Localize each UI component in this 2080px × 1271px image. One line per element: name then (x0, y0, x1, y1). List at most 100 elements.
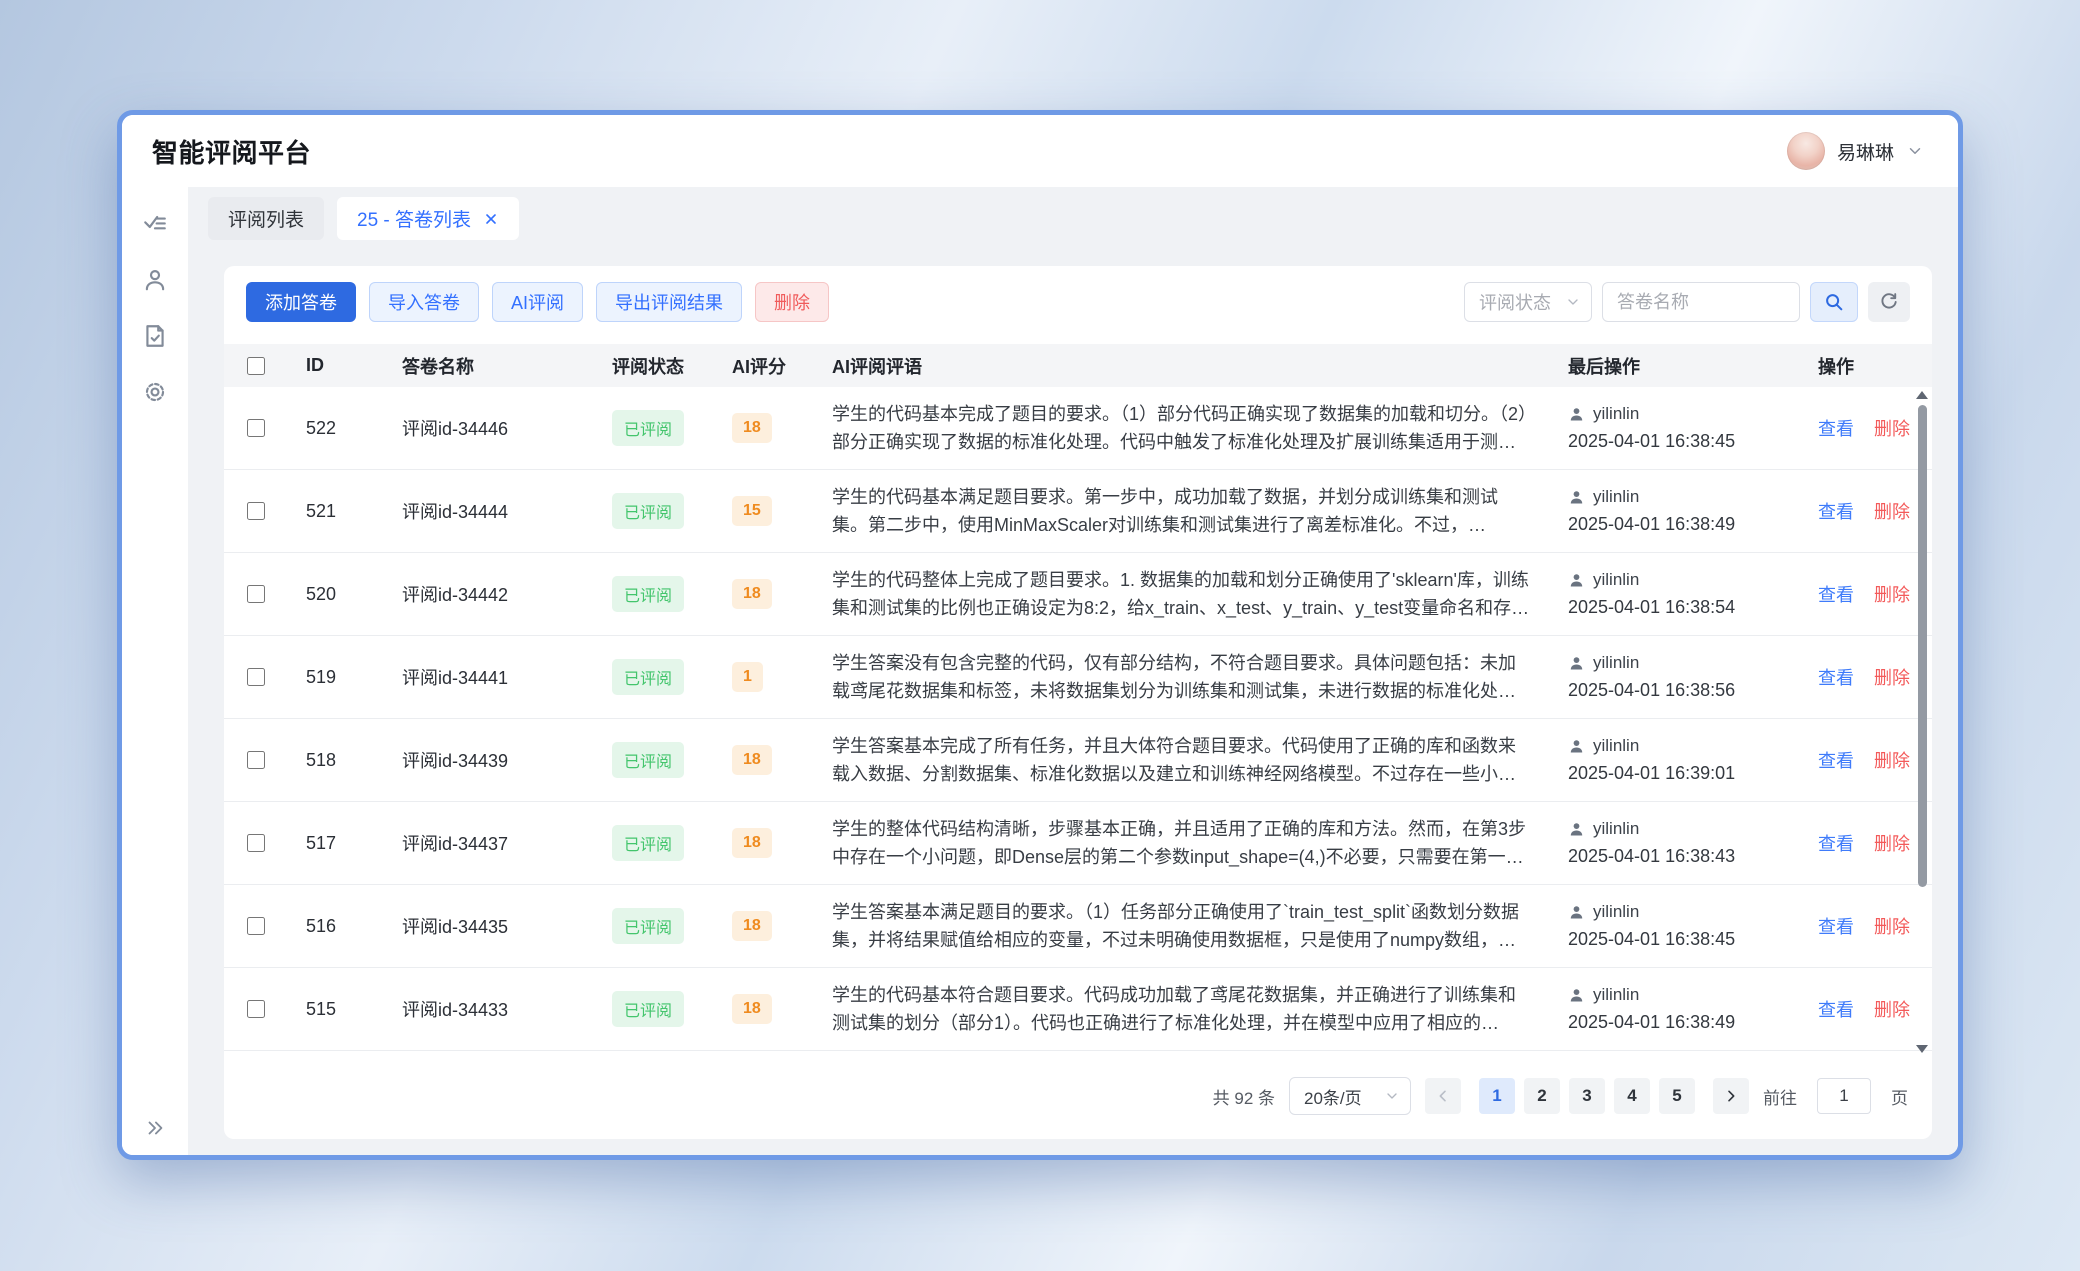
ai-review-button[interactable]: AI评阅 (492, 282, 583, 322)
row-checkbox[interactable] (247, 751, 265, 769)
table-row[interactable]: 518 评阅id-34439 已评阅 18 学生答案基本完成了所有任务，并且大体… (224, 719, 1932, 802)
delete-link[interactable]: 删除 (1874, 415, 1910, 441)
button-label: 导入答卷 (388, 293, 460, 313)
delete-link[interactable]: 删除 (1874, 498, 1910, 524)
next-page-button[interactable] (1713, 1078, 1749, 1114)
view-link[interactable]: 查看 (1818, 498, 1854, 524)
status-badge: 已评阅 (612, 659, 684, 695)
goto-page-input[interactable] (1817, 1078, 1871, 1114)
scroll-thumb[interactable] (1918, 405, 1927, 887)
chevron-down-icon (1384, 1088, 1400, 1104)
row-checkbox[interactable] (247, 419, 265, 437)
view-link[interactable]: 查看 (1818, 747, 1854, 773)
page-button-5[interactable]: 5 (1659, 1078, 1695, 1114)
tab-close-icon[interactable] (483, 211, 499, 227)
pagination: 共 92 条 20条/页 12345 前往 页 (224, 1057, 1932, 1139)
view-link[interactable]: 查看 (1818, 581, 1854, 607)
add-sheet-button[interactable]: 添加答卷 (246, 282, 356, 322)
table-body: 522 评阅id-34446 已评阅 18 学生的代码基本完成了题目的要求。（1… (224, 387, 1932, 1057)
tab-review-list[interactable]: 评阅列表 (208, 197, 324, 240)
row-id: 519 (288, 667, 384, 688)
delete-link[interactable]: 删除 (1874, 664, 1910, 690)
review-checklist-icon[interactable] (142, 211, 168, 237)
button-label: 添加答卷 (265, 293, 337, 313)
row-last-operation: yilinlin 2025-04-01 16:39:01 (1550, 736, 1800, 784)
row-comment: 学生答案基本满足题目的要求。（1）任务部分正确使用了`train_test_sp… (814, 898, 1550, 954)
view-link[interactable]: 查看 (1818, 996, 1854, 1022)
view-link[interactable]: 查看 (1818, 664, 1854, 690)
view-link[interactable]: 查看 (1818, 830, 1854, 856)
row-id: 516 (288, 916, 384, 937)
operator-name: yilinlin (1593, 653, 1639, 673)
scroll-down-arrow[interactable] (1916, 1045, 1928, 1053)
settings-gear-icon[interactable] (142, 379, 168, 405)
table-header-row: ID 答卷名称 评阅状态 AI评分 AI评阅评语 最后操作 操作 (224, 344, 1932, 387)
table-row[interactable]: 519 评阅id-34441 已评阅 1 学生答案没有包含完整的代码，仅有部分结… (224, 636, 1932, 719)
double-chevron-right-icon[interactable] (144, 1117, 166, 1139)
tab-answer-sheet-list[interactable]: 25 - 答卷列表 (337, 197, 519, 240)
table-row[interactable]: 520 评阅id-34442 已评阅 18 学生的代码整体上完成了题目要求。1.… (224, 553, 1932, 636)
row-checkbox[interactable] (247, 834, 265, 852)
document-check-icon[interactable] (142, 323, 168, 349)
review-status-select[interactable]: 评阅状态 (1464, 282, 1592, 322)
view-link[interactable]: 查看 (1818, 913, 1854, 939)
status-badge: 已评阅 (612, 825, 684, 861)
search-button[interactable] (1810, 282, 1858, 322)
export-results-button[interactable]: 导出评阅结果 (596, 282, 742, 322)
status-badge: 已评阅 (612, 410, 684, 446)
answer-sheet-table: ID 答卷名称 评阅状态 AI评分 AI评阅评语 最后操作 操作 522 评阅i… (224, 344, 1932, 1057)
view-link[interactable]: 查看 (1818, 415, 1854, 441)
operation-time: 2025-04-01 16:38:49 (1568, 1012, 1800, 1033)
user-icon[interactable] (142, 267, 168, 293)
column-header-name: 答卷名称 (384, 353, 594, 379)
person-icon (1568, 572, 1585, 589)
table-row[interactable]: 516 评阅id-34435 已评阅 18 学生答案基本满足题目的要求。（1）任… (224, 885, 1932, 968)
tab-label: 25 - 答卷列表 (357, 205, 471, 232)
user-menu[interactable]: 易琳琳 (1787, 132, 1924, 170)
row-checkbox[interactable] (247, 585, 265, 603)
table-row[interactable]: 522 评阅id-34446 已评阅 18 学生的代码基本完成了题目的要求。（1… (224, 387, 1932, 470)
page-button-3[interactable]: 3 (1569, 1078, 1605, 1114)
page-button-1[interactable]: 1 (1479, 1078, 1515, 1114)
row-checkbox[interactable] (247, 502, 265, 520)
table-row[interactable]: 515 评阅id-34433 已评阅 18 学生的代码基本符合题目要求。代码成功… (224, 968, 1932, 1051)
row-name: 评阅id-34442 (384, 581, 594, 607)
page-size-select[interactable]: 20条/页 (1289, 1077, 1411, 1115)
chevron-right-icon (1723, 1088, 1739, 1104)
operator-name: yilinlin (1593, 985, 1639, 1005)
page-button-2[interactable]: 2 (1524, 1078, 1560, 1114)
delete-link[interactable]: 删除 (1874, 913, 1910, 939)
table-row[interactable]: 517 评阅id-34437 已评阅 18 学生的整体代码结构清晰，步骤基本正确… (224, 802, 1932, 885)
chevron-down-icon (1906, 142, 1924, 160)
import-sheet-button[interactable]: 导入答卷 (369, 282, 479, 322)
delete-link[interactable]: 删除 (1874, 830, 1910, 856)
vertical-scrollbar[interactable] (1915, 387, 1929, 1057)
select-all-checkbox[interactable] (247, 357, 265, 375)
filter-group: 评阅状态 (1464, 282, 1910, 322)
status-badge: 已评阅 (612, 991, 684, 1027)
page-button-4[interactable]: 4 (1614, 1078, 1650, 1114)
app-body: 评阅列表 25 - 答卷列表 添加答卷 导入答卷 AI评阅 导出评阅结果 删除 … (122, 187, 1958, 1155)
row-checkbox[interactable] (247, 668, 265, 686)
row-checkbox[interactable] (247, 1000, 265, 1018)
status-badge: 已评阅 (612, 493, 684, 529)
toolbar-buttons: 添加答卷 导入答卷 AI评阅 导出评阅结果 删除 (246, 282, 829, 322)
operation-time: 2025-04-01 16:38:54 (1568, 597, 1800, 618)
delete-link[interactable]: 删除 (1874, 747, 1910, 773)
scroll-up-arrow[interactable] (1916, 391, 1928, 399)
row-checkbox[interactable] (247, 917, 265, 935)
table-row[interactable]: 521 评阅id-34444 已评阅 15 学生的代码基本满足题目要求。第一步中… (224, 470, 1932, 553)
sheet-name-input[interactable] (1602, 282, 1800, 322)
refresh-icon (1878, 291, 1900, 313)
delete-link[interactable]: 删除 (1874, 581, 1910, 607)
chevron-left-icon (1435, 1088, 1451, 1104)
chevron-down-icon (1565, 294, 1581, 310)
delete-button[interactable]: 删除 (755, 282, 829, 322)
prev-page-button[interactable] (1425, 1078, 1461, 1114)
operation-time: 2025-04-01 16:38:49 (1568, 514, 1800, 535)
row-id: 522 (288, 418, 384, 439)
delete-link[interactable]: 删除 (1874, 996, 1910, 1022)
operator-name: yilinlin (1593, 570, 1639, 590)
refresh-button[interactable] (1868, 282, 1910, 322)
wallpaper: { "window": { "title": "智能评阅平台" }, "user… (0, 0, 2080, 1271)
